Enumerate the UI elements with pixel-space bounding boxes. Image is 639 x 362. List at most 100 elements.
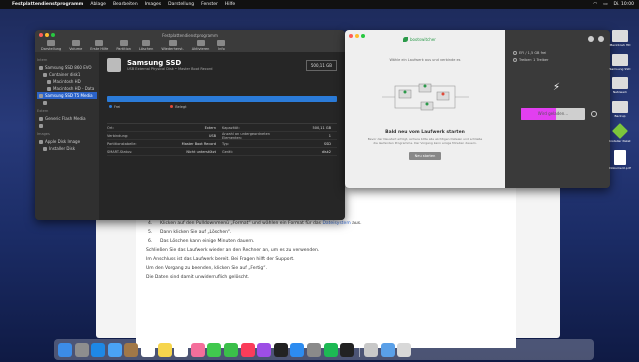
settings-icon[interactable] [306,342,321,357]
desktop-icon-label: Macintosh HD [609,43,631,47]
desktop-icon-label: Netzwerk [612,90,628,94]
sidebar-item-label: Installer Disk [49,146,76,151]
menu-item-fenster[interactable]: Fenster [201,2,218,7]
finder-icon[interactable] [58,342,72,357]
podcasts-icon[interactable] [257,342,272,357]
drive-icon [47,86,51,91]
legend-item: Belegt [170,105,187,109]
app-close-button[interactable] [349,34,353,38]
app-window-controls [349,34,365,38]
toolbar-icon [142,39,151,46]
desktop-icon[interactable]: Macintosh HD [604,30,636,48]
menu-item-bearbeiten[interactable]: Bearbeiten [113,2,138,7]
toolbar-icon [119,39,128,46]
sidebar-item[interactable]: Apple Disk Image [37,138,97,145]
sidebar-item[interactable] [37,122,97,129]
toolbar-icon [217,39,226,46]
appstore-icon[interactable] [290,342,305,357]
menu-item-images[interactable]: Images [145,2,161,7]
status-dot [425,102,429,106]
sidebar-item-label: Container disk1 [49,72,81,77]
toolbar-button[interactable]: Löschen [139,39,153,51]
document-line: Um den Vorgang zu beenden, klicken Sie a… [146,266,268,271]
legend-item: Frei [109,105,120,109]
menu-item-darstellung[interactable]: Darstellung [168,2,194,7]
gear-icon[interactable] [591,111,597,117]
settings-icon[interactable] [588,36,594,42]
sidebar-item[interactable]: Samsung SSD T5 Media [37,92,97,99]
toolbar-button[interactable]: Info [217,39,226,51]
desktop-icons: Macintosh HD Samsung SSD Netzwerk Backup Ins… [604,30,636,170]
sidebar-item-label: Apple Disk Image [45,139,81,144]
app-brand: bootswitcher [410,37,436,42]
disk-subtitle: USB External Physical Disk • Master Boot… [127,67,213,71]
toolbar-icon [95,39,104,46]
toolbar-button[interactable]: Erste Hilfe [90,39,108,51]
contacts-icon[interactable] [124,342,139,357]
sidebar-section-internal: Intern [37,58,48,62]
info-value: disk2 [321,149,331,154]
toolbar-button[interactable]: Partition [116,39,131,51]
sidebar-item[interactable]: Macintosh HD - Data [37,85,97,92]
sidebar-item[interactable]: Macintosh HD [37,78,97,85]
sidebar-item[interactable] [37,99,97,106]
messages-icon[interactable] [207,342,222,357]
menu-item-ablage[interactable]: Ablage [90,2,106,7]
legend-label: Belegt [175,105,187,109]
restart-button[interactable]: Neu starten [409,152,441,160]
terminal-icon[interactable] [340,342,355,357]
disk-utility-title: Festplattendienstprogramm [162,33,218,38]
menu-bar: Festplattendienstprogramm Ablage Bearbei… [0,0,639,9]
sidebar-item[interactable]: Generic Flash Media [37,115,97,122]
sidebar-item[interactable]: Installer Disk [37,145,97,152]
music-icon[interactable] [240,342,255,357]
safari-icon[interactable] [91,342,106,357]
drive-icon [612,100,628,113]
notes-icon[interactable] [157,342,172,357]
desktop-icon[interactable]: Backup [604,100,636,119]
spotify-icon[interactable] [323,342,338,357]
disk-header: Samsung SSD USB External Physical Disk •… [107,58,337,72]
sidebar-item[interactable]: Container disk1 [37,71,97,78]
battery-icon[interactable]: ▭ [603,2,607,7]
info-value: USB [208,133,216,138]
document-line: Im Anschluss ist das Laufwerk bereit. Be… [146,257,295,262]
diskutil-icon[interactable] [364,342,379,357]
app-zoom-button[interactable] [361,34,365,38]
app-logo: bootswitcher [403,37,436,42]
sidebar-item-label: Generic Flash Media [45,116,86,121]
network-icon [612,77,628,89]
info-value: SSD [323,141,331,146]
calendar-icon[interactable] [140,342,155,357]
tv-icon[interactable] [273,342,288,357]
document-line: Klicken auf den Pulldownmenü „Format“ un… [146,219,506,228]
mail-icon[interactable] [107,342,122,357]
trash-icon[interactable] [397,342,412,357]
toolbar-button[interactable]: Aktivieren [192,39,209,51]
menu-app-name[interactable]: Festplattendienstprogramm [12,2,83,7]
desktop-icon[interactable]: Netzwerk [604,77,636,95]
menu-clock[interactable]: Di. 10:00 [613,2,634,7]
wifi-icon[interactable]: ◠ [593,2,597,7]
reminders-icon[interactable] [174,342,189,357]
app-minimize-button[interactable] [355,34,359,38]
driver-icon [513,58,517,62]
facetime-icon[interactable] [223,342,238,357]
desktop-icon[interactable]: Installer Paket [604,123,636,144]
menu-item-hilfe[interactable]: Hilfe [225,2,235,7]
documents-icon[interactable] [380,342,395,357]
toolbar-button[interactable]: Volume [69,39,82,51]
desktop-icon[interactable]: Samsung SSD [604,53,636,72]
sidebar-item[interactable]: Samsung SSD 860 EVO [37,64,97,71]
drive-icon [39,116,43,121]
toolbar-button[interactable]: Darstellung [41,39,61,51]
drive-icon [39,139,43,144]
disk-sidebar: Intern Samsung SSD 860 EVO Container disk… [35,52,99,220]
launchpad-icon[interactable] [74,342,89,357]
toolbar-button[interactable]: Wiederherst. [161,39,184,51]
desktop-icon[interactable]: Dokument.pdf [604,149,636,171]
photos-icon[interactable] [190,342,205,357]
document-link[interactable]: Dateisystem [322,221,350,226]
info-key: Gerät: [222,149,234,154]
app-hint: Wähle ein Laufwerk aus und verbinde es [389,58,461,62]
